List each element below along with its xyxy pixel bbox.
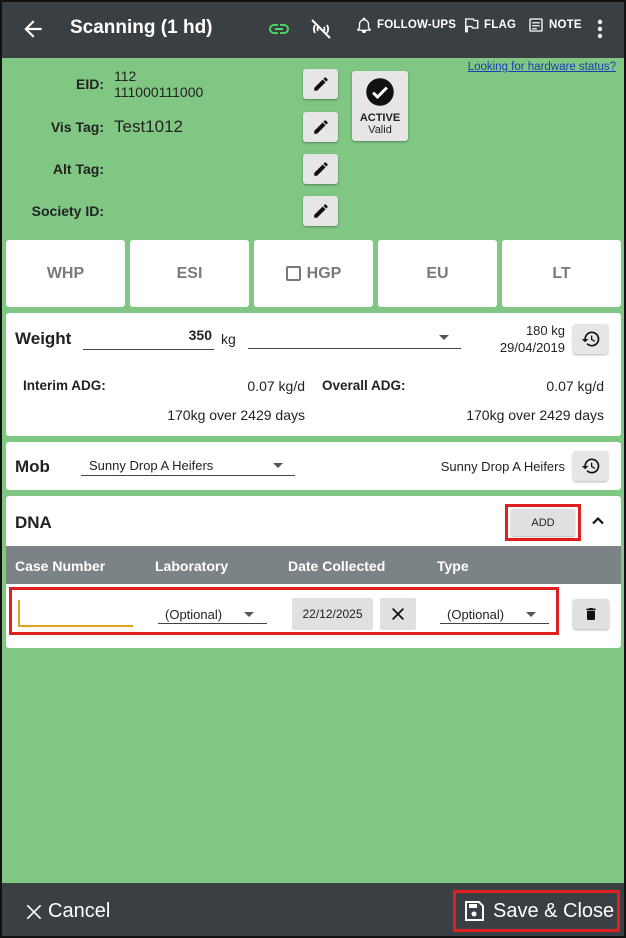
last-weight: 180 kg: [525, 323, 565, 338]
vis-tag-value: Test1012: [114, 117, 183, 136]
society-id-label: Society ID:: [31, 203, 104, 219]
close-icon: [392, 608, 404, 620]
flag-label: FLAG: [484, 19, 517, 31]
follow-ups-label: FOLLOW-UPS: [377, 19, 457, 31]
cancel-button[interactable]: Cancel: [24, 900, 110, 923]
tile-lt[interactable]: LT: [502, 240, 621, 307]
last-weight-date: 29/04/2019: [499, 340, 565, 355]
follow-ups-button[interactable]: FOLLOW-UPS: [355, 16, 456, 34]
weight-card: Weight 350 kg 180 kg 29/04/2019 Interim …: [6, 313, 621, 436]
weight-label: Weight: [15, 329, 72, 348]
cancel-label: Cancel: [48, 900, 111, 922]
close-icon: [26, 904, 42, 919]
add-dna-highlight: ADD: [505, 504, 581, 541]
hardware-status-link[interactable]: Looking for hardware status?: [468, 61, 616, 73]
type-value: (Optional): [447, 607, 505, 622]
laboratory-value: (Optional): [165, 607, 223, 622]
col-date-collected: Date Collected: [288, 558, 386, 574]
chevron-up-icon[interactable]: [588, 511, 608, 531]
save-close-button[interactable]: Save & Close: [462, 899, 614, 923]
case-number-input[interactable]: [18, 600, 133, 627]
check-circle-icon: [366, 78, 394, 106]
status-detail: Valid: [368, 124, 392, 136]
tile-hgp[interactable]: HGP: [254, 240, 373, 307]
flag-button[interactable]: FLAG: [462, 16, 516, 34]
hgp-checkbox[interactable]: [285, 266, 301, 281]
col-case-number: Case Number: [15, 558, 106, 574]
dna-label: DNA: [15, 513, 52, 532]
col-type: Type: [437, 558, 469, 574]
delete-dna-row-button[interactable]: [573, 599, 609, 629]
trash-icon: [586, 608, 596, 620]
col-laboratory: Laboratory: [155, 558, 229, 574]
tile-eu-label: EU: [426, 264, 449, 282]
mob-card: Mob Sunny Drop A Heifers Sunny Drop A He…: [6, 442, 621, 490]
note-button[interactable]: NOTE: [527, 16, 582, 34]
pencil-icon: [313, 77, 328, 91]
pencil-icon: [313, 162, 328, 176]
pencil-icon: [313, 204, 328, 218]
top-app-bar: Scanning (1 hd) FOLLOW-UPS FLAG NOTE: [0, 0, 626, 58]
type-select[interactable]: [440, 623, 549, 624]
interim-adg-value: 0.07 kg/d: [247, 378, 305, 394]
laboratory-select[interactable]: [158, 623, 267, 624]
weight-reason-select[interactable]: [248, 348, 461, 349]
eid-value: 112 111000111000: [114, 68, 204, 100]
edit-eid-button[interactable]: [303, 69, 338, 99]
edit-society-id-button[interactable]: [303, 196, 338, 226]
link-icon[interactable]: [267, 17, 291, 41]
save-close-label: Save & Close: [493, 899, 615, 922]
tile-lt-label: LT: [552, 264, 571, 282]
edit-vis-tag-button[interactable]: [303, 112, 338, 142]
overall-adg-detail: 170kg over 2429 days: [466, 407, 604, 423]
tile-esi-label: ESI: [176, 264, 203, 282]
add-dna-button[interactable]: ADD: [511, 509, 575, 536]
interim-adg-detail: 170kg over 2429 days: [167, 407, 305, 423]
vis-tag-label: Vis Tag:: [50, 119, 104, 135]
tile-esi[interactable]: ESI: [130, 240, 249, 307]
bell-icon: [357, 17, 371, 34]
weight-history-button[interactable]: [573, 324, 608, 354]
chevron-down-icon: [273, 463, 283, 468]
scanner-off-icon[interactable]: [309, 17, 333, 41]
alt-tag-label: Alt Tag:: [52, 161, 104, 177]
mob-history-button[interactable]: [573, 451, 608, 481]
tile-whp[interactable]: WHP: [6, 240, 125, 307]
overall-adg-value: 0.07 kg/d: [546, 378, 604, 394]
status-indicator[interactable]: ACTIVE Valid: [352, 71, 408, 141]
bottom-action-bar: Cancel Save & Close: [0, 883, 626, 938]
status-state: ACTIVE: [359, 112, 401, 124]
more-vert-icon[interactable]: [592, 17, 608, 41]
clear-date-button[interactable]: [380, 598, 416, 630]
chevron-down-icon: [526, 612, 536, 617]
dna-table-header: Case Number Laboratory Date Collected Ty…: [6, 546, 621, 584]
mob-label: Mob: [15, 457, 50, 476]
edit-alt-tag-button[interactable]: [303, 154, 338, 184]
overall-adg-label: Overall ADG:: [322, 378, 406, 393]
page-title: Scanning (1 hd): [70, 17, 213, 38]
history-icon: [581, 331, 599, 347]
tile-hgp-label: HGP: [306, 264, 342, 282]
interim-adg-label: Interim ADG:: [23, 378, 106, 393]
mob-current: Sunny Drop A Heifers: [440, 459, 565, 474]
history-icon: [581, 458, 599, 474]
note-label: NOTE: [549, 19, 582, 31]
flag-icon: [465, 18, 479, 33]
tile-eu[interactable]: EU: [378, 240, 497, 307]
weight-unit: kg: [221, 331, 236, 347]
mob-select[interactable]: [81, 475, 295, 476]
save-icon: [465, 901, 484, 921]
note-icon: [529, 18, 543, 32]
tile-whp-label: WHP: [46, 264, 85, 282]
eid-label: EID:: [76, 76, 104, 92]
weight-input[interactable]: 350: [83, 327, 214, 350]
back-arrow-icon[interactable]: [20, 16, 46, 42]
chevron-down-icon: [439, 335, 449, 340]
date-collected-button[interactable]: 22/12/2025: [292, 598, 373, 630]
mob-selected-value: Sunny Drop A Heifers: [89, 458, 214, 473]
chevron-down-icon: [244, 612, 254, 617]
pencil-icon: [313, 120, 328, 134]
